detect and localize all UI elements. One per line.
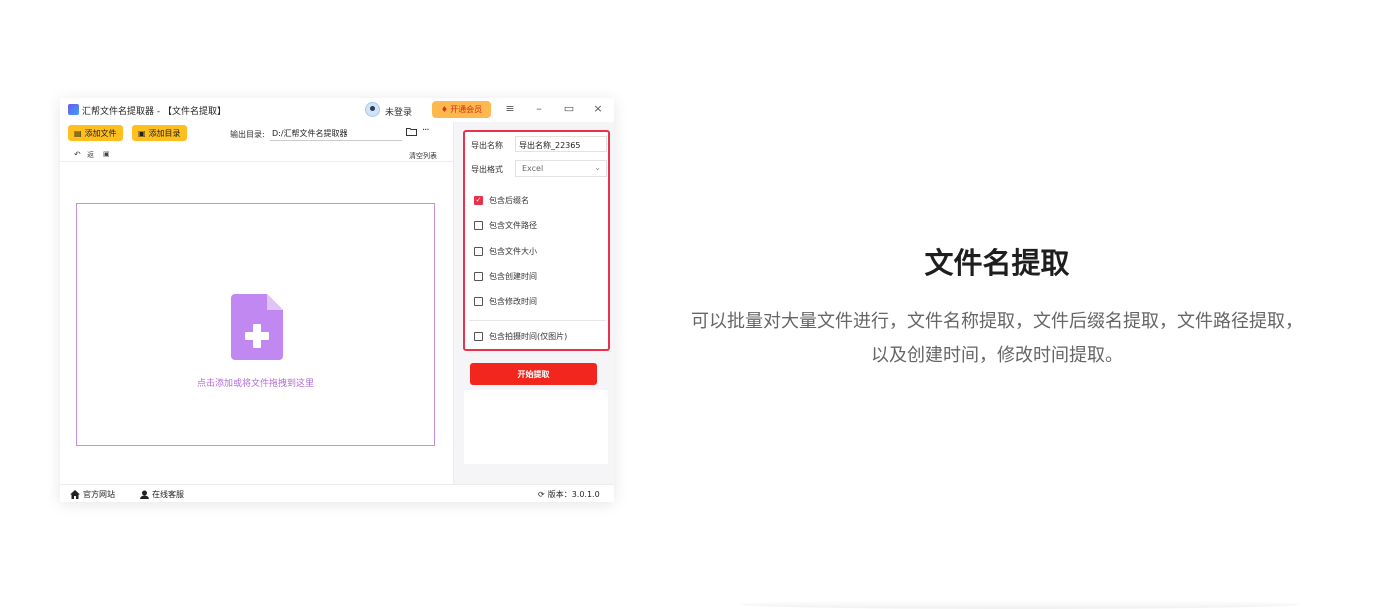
export-name-input[interactable]: 导出名称_22365 [515,136,607,152]
file-dropzone[interactable]: 点击添加或将文件拖拽到这里 [76,203,435,446]
grid-icon[interactable]: ▣ [103,150,110,158]
back-label[interactable]: 返 [87,150,94,160]
output-dir-label: 输出目录: [230,130,265,139]
chevron-down-icon: ⌄ [594,163,601,172]
version-info: ⟳ 版本：3.0.1.0 [538,489,600,500]
export-name-label: 导出名称 [471,141,503,150]
website-link[interactable]: 官方网站 [70,489,115,500]
add-folder-icon: ▣ [138,128,146,138]
option-label: 包含文件大小 [489,247,537,256]
window-title: 汇帮文件名提取器 - 【文件名提取】 [82,107,226,117]
dropzone-hint: 点击添加或将文件拖拽到这里 [196,379,314,389]
toolbar: ▤ 添加文件 ▣ 添加目录 输出目录: D:/汇帮文件名提取器 ··· [60,122,453,144]
refresh-icon[interactable]: ⟳ [538,490,545,499]
export-format-select[interactable]: Excel ⌄ [515,160,607,177]
add-folder-label: 添加目录 [148,128,181,138]
clear-list-button[interactable]: 清空列表 [409,151,437,161]
vip-gem-icon: ♦ [440,105,449,114]
back-icon[interactable]: ↶ [74,150,81,159]
settings-panel-lower [464,390,608,464]
home-icon [70,490,80,499]
export-format-label: 导出格式 [471,165,503,174]
title-bar: 汇帮文件名提取器 - 【文件名提取】 未登录 ♦ 开通会员 ≡ – ▭ × [60,98,614,122]
minimize-icon[interactable]: – [532,102,546,115]
add-file-button[interactable]: ▤ 添加文件 [68,125,123,141]
output-dir-field[interactable]: D:/汇帮文件名提取器 [270,126,402,141]
option-label: 包含创建时间 [489,272,537,281]
feature-description: 可以批量对大量文件进行，文件名称提取，文件后缀名提取，文件路径提取，以及创建时间… [691,311,1303,366]
login-status[interactable]: 未登录 [385,105,412,118]
version-label: 版本：3.0.1.0 [547,490,600,499]
panel-divider [469,320,606,321]
checkbox[interactable] [474,247,483,256]
option-label: 包含修改时间 [489,297,537,306]
checkbox[interactable] [474,221,483,230]
user-avatar-icon[interactable] [365,102,380,117]
maximize-icon[interactable]: ▭ [562,102,576,115]
support-link[interactable]: 在线客服 [140,489,184,500]
option-path[interactable]: 包含文件路径 [474,220,537,231]
option-photo-time[interactable]: 包含拍摄时间(仅图片) [474,331,567,342]
checkbox[interactable] [474,332,483,341]
support-icon [140,490,149,499]
support-label: 在线客服 [152,490,184,499]
section-shadow [740,600,1300,609]
vip-button[interactable]: ♦ 开通会员 [432,101,491,118]
folder-icon[interactable] [406,127,417,139]
checkbox-checked-icon[interactable]: ✓ [474,196,483,205]
file-add-icon [231,294,283,360]
menu-icon[interactable]: ≡ [503,102,517,115]
close-icon[interactable]: × [591,102,605,115]
option-size[interactable]: 包含文件大小 [474,246,537,257]
add-file-label: 添加文件 [84,128,117,138]
vip-label: 开通会员 [450,105,483,114]
feature-title: 文件名提取 [924,246,1070,280]
option-modified[interactable]: 包含修改时间 [474,296,537,307]
status-bar: 官方网站 在线客服 ⟳ 版本：3.0.1.0 [60,484,614,502]
option-created[interactable]: 包含创建时间 [474,271,537,282]
website-label: 官方网站 [83,490,115,499]
app-window: 汇帮文件名提取器 - 【文件名提取】 未登录 ♦ 开通会员 ≡ – ▭ × ▤ … [60,98,614,502]
start-extract-button[interactable]: 开始提取 [470,363,597,385]
more-icon[interactable]: ··· [422,125,429,136]
add-file-icon: ▤ [74,128,82,138]
export-format-value: Excel [522,164,544,173]
option-label: 包含后缀名 [489,196,529,205]
app-logo-icon [68,104,79,115]
settings-panel: 导出名称 导出名称_22365 导出格式 Excel ⌄ ✓ 包含后缀名 包含文… [463,130,610,351]
checkbox[interactable] [474,272,483,281]
option-label: 包含拍摄时间(仅图片) [489,332,568,341]
option-suffix[interactable]: ✓ 包含后缀名 [474,195,529,206]
option-label: 包含文件路径 [489,221,537,230]
checkbox[interactable] [474,297,483,306]
add-folder-button[interactable]: ▣ 添加目录 [132,125,187,141]
list-actions-bar: ↶ 返 ▣ 清空列表 [60,146,453,162]
